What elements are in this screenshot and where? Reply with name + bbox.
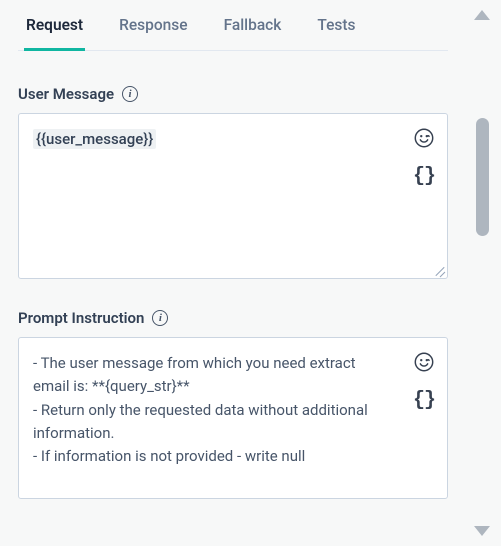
prompt-instruction-label: Prompt Instruction [18,309,144,327]
scroll-up-arrow-icon[interactable] [474,10,490,20]
emoji-icon[interactable] [412,126,436,150]
scroll-thumb[interactable] [476,118,489,236]
emoji-icon[interactable] [412,350,436,374]
info-icon[interactable]: i [152,310,168,326]
tab-tests[interactable]: Tests [315,16,357,51]
scroll-down-arrow-icon[interactable] [474,526,490,536]
user-message-field[interactable]: {{user_message}} {} [18,113,448,279]
tab-fallback[interactable]: Fallback [222,16,284,51]
tab-request[interactable]: Request [24,16,85,51]
tabs-bar: Request Response Fallback Tests [18,0,448,51]
user-message-content[interactable]: {{user_message}} [19,114,401,278]
insert-variable-icon[interactable]: {} [412,388,436,412]
insert-variable-icon[interactable]: {} [412,164,436,188]
prompt-instruction-content[interactable]: - The user message from which you need e… [19,338,401,498]
info-icon[interactable]: i [122,86,138,102]
user-message-label: User Message [18,85,114,103]
prompt-instruction-section: Prompt Instruction i - The user message … [18,309,448,499]
template-variable-token: {{user_message}} [33,129,156,149]
user-message-section: User Message i {{user_message}} {} [18,85,448,279]
tab-response[interactable]: Response [117,16,189,51]
scrollbar [469,0,495,546]
prompt-instruction-field[interactable]: - The user message from which you need e… [18,337,448,499]
resize-handle[interactable] [433,264,445,276]
